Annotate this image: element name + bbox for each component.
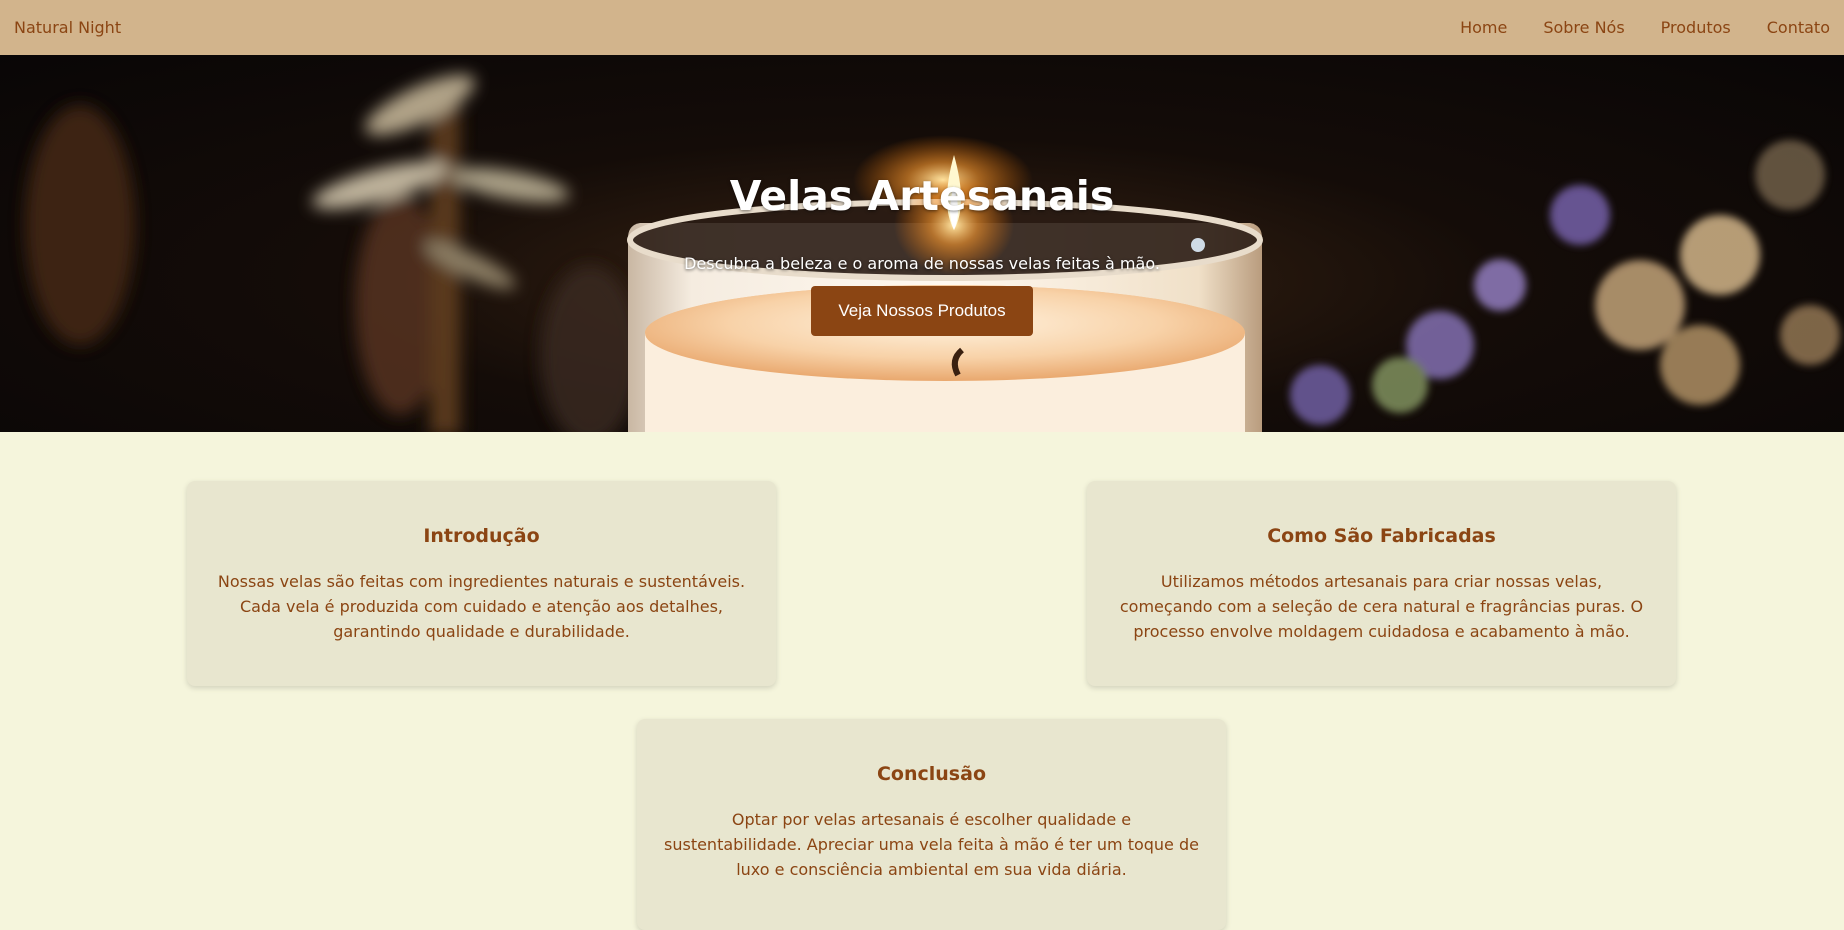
card-conclusao: Conclusão Optar por velas artesanais é e…: [637, 719, 1226, 930]
card-title: Introdução: [423, 525, 540, 547]
site-header: Natural Night Home Sobre Nós Produtos Co…: [0, 0, 1844, 55]
hero-section: Velas Artesanais Descubra a beleza e o a…: [0, 55, 1844, 432]
card-text: Utilizamos métodos artesanais para criar…: [1119, 572, 1644, 641]
view-products-button[interactable]: Veja Nossos Produtos: [811, 286, 1033, 336]
hero-title: Velas Artesanais: [729, 172, 1115, 220]
card-title: Conclusão: [876, 763, 986, 785]
card-title: Como São Fabricadas: [1267, 525, 1496, 547]
hero-subtitle: Descubra a beleza e o aroma de nossas ve…: [684, 254, 1160, 273]
main-nav: Home Sobre Nós Produtos Contato: [1460, 18, 1830, 37]
nav-link-sobre-nos[interactable]: Sobre Nós: [1543, 18, 1624, 37]
card-como-sao-fabricadas: Como São Fabricadas Utilizamos métodos a…: [1087, 481, 1676, 686]
card-introducao: Introdução Nossas velas são feitas com i…: [187, 481, 776, 686]
nav-link-produtos[interactable]: Produtos: [1661, 18, 1731, 37]
hero-content: Velas Artesanais Descubra a beleza e o a…: [0, 55, 1844, 432]
card-text: Optar por velas artesanais é escolher qu…: [664, 810, 1199, 879]
nav-link-home[interactable]: Home: [1460, 18, 1507, 37]
nav-link-contato[interactable]: Contato: [1767, 18, 1830, 37]
card-text: Nossas velas são feitas com ingredientes…: [217, 572, 746, 641]
brand-logo-link[interactable]: Natural Night: [14, 18, 121, 37]
